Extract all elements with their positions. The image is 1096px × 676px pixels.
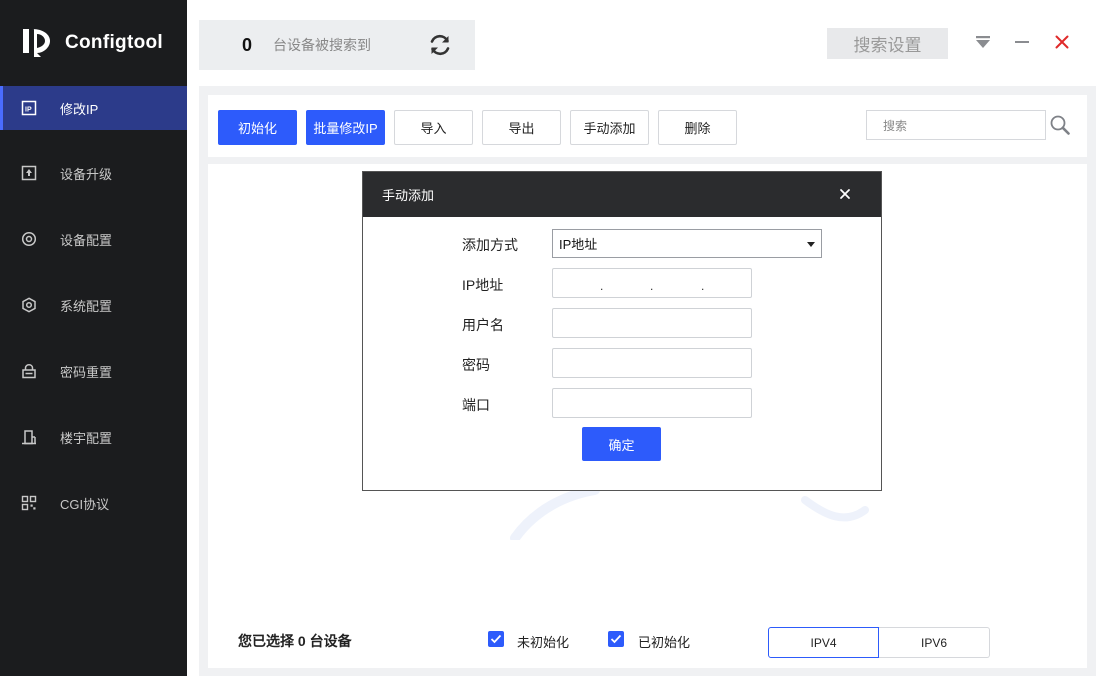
close-icon[interactable] xyxy=(1052,32,1072,52)
ip-icon: IP xyxy=(20,99,38,117)
device-count-label: 台设备被搜索到 xyxy=(273,37,371,53)
sidebar-item-upgrade[interactable]: 设备升级 xyxy=(0,151,187,195)
uninitialized-checkbox[interactable] xyxy=(488,631,504,647)
selected-count: 0 xyxy=(297,633,306,649)
port-field[interactable] xyxy=(552,388,752,418)
cgi-icon xyxy=(20,494,38,512)
sidebar-item-cgi[interactable]: CGI协议 xyxy=(0,481,187,525)
app-logo: Configtool xyxy=(20,26,163,60)
confirm-button[interactable]: 确定 xyxy=(582,427,661,461)
ip-separator: . xyxy=(600,279,604,293)
dialog-title: 手动添加 xyxy=(382,188,435,203)
device-config-icon xyxy=(20,230,38,248)
username-field[interactable] xyxy=(552,308,752,338)
import-button[interactable]: 导入 xyxy=(394,110,473,145)
device-count-box: 0 台设备被搜索到 xyxy=(199,20,475,70)
logo-icon xyxy=(23,29,50,57)
sidebar: Configtool IP 修改IP 设备升级 设备配置 系统配置 密码重置 楼… xyxy=(0,0,187,676)
delete-button[interactable]: 删除 xyxy=(658,110,737,145)
check-icon xyxy=(490,634,502,644)
sidebar-item-label: 修改IP xyxy=(60,101,99,117)
dropdown-menu-icon[interactable] xyxy=(973,32,993,52)
ipv4-tab[interactable]: IPV4 xyxy=(768,627,879,658)
app-title: Configtool xyxy=(65,32,163,53)
ipv6-tab[interactable]: IPV6 xyxy=(879,627,990,658)
check-icon xyxy=(610,634,622,644)
init-button[interactable]: 初始化 xyxy=(218,110,297,145)
minimize-icon[interactable] xyxy=(1012,32,1032,52)
selected-prefix: 您已选择 xyxy=(238,633,294,649)
upgrade-icon xyxy=(20,164,38,182)
sidebar-item-label: 楼宇配置 xyxy=(60,430,113,446)
uninitialized-label: 未初始化 xyxy=(517,635,570,650)
add-method-value: IP地址 xyxy=(559,237,598,252)
ip-separator: . xyxy=(701,279,705,293)
selected-count-text: 您已选择 0 台设备 xyxy=(238,631,352,651)
sidebar-item-building-config[interactable]: 楼宇配置 xyxy=(0,415,187,459)
batch-modify-ip-button[interactable]: 批量修改IP xyxy=(306,110,385,145)
sidebar-item-label: 密码重置 xyxy=(60,364,113,380)
chevron-down-icon xyxy=(807,242,815,247)
ip-address-label: IP地址 xyxy=(462,277,504,293)
selected-suffix: 台设备 xyxy=(309,633,352,649)
toolbar: 初始化 批量修改IP 导入 导出 手动添加 删除 搜索 xyxy=(208,95,1087,157)
sidebar-item-label: CGI协议 xyxy=(60,496,110,512)
add-method-label: 添加方式 xyxy=(462,237,518,253)
sidebar-item-system-config[interactable]: 系统配置 xyxy=(0,283,187,327)
dialog-close-icon[interactable] xyxy=(837,186,853,202)
password-reset-icon xyxy=(20,362,38,380)
password-field[interactable] xyxy=(552,348,752,378)
search-icon[interactable] xyxy=(1049,114,1071,136)
device-count: 0 xyxy=(242,34,253,55)
sidebar-item-password-reset[interactable]: 密码重置 xyxy=(0,349,187,393)
manual-add-dialog: 手动添加 添加方式 IP地址 IP地址 . . . 用户名 密码 端口 确定 xyxy=(362,171,882,491)
export-button[interactable]: 导出 xyxy=(482,110,561,145)
search-input[interactable]: 搜索 xyxy=(866,110,1046,140)
initialized-checkbox[interactable] xyxy=(608,631,624,647)
username-label: 用户名 xyxy=(462,317,504,333)
add-method-select[interactable]: IP地址 xyxy=(552,229,822,258)
initialized-label: 已初始化 xyxy=(638,635,691,650)
password-label: 密码 xyxy=(462,357,490,373)
building-icon xyxy=(20,428,38,446)
ip-separator: . xyxy=(650,279,654,293)
sidebar-item-label: 设备配置 xyxy=(60,232,113,248)
manual-add-button[interactable]: 手动添加 xyxy=(570,110,649,145)
ip-address-field[interactable]: . . . xyxy=(552,268,752,298)
system-config-icon xyxy=(20,296,38,314)
svg-text:IP: IP xyxy=(25,107,32,114)
port-label: 端口 xyxy=(462,397,490,413)
sidebar-item-label: 设备升级 xyxy=(60,166,113,182)
sidebar-item-device-config[interactable]: 设备配置 xyxy=(0,217,187,261)
refresh-icon[interactable] xyxy=(427,32,453,58)
sidebar-item-modify-ip[interactable]: IP 修改IP xyxy=(0,86,187,130)
dialog-header: 手动添加 xyxy=(363,172,881,217)
sidebar-item-label: 系统配置 xyxy=(60,298,113,314)
search-settings-button[interactable]: 搜索设置 xyxy=(827,28,948,59)
